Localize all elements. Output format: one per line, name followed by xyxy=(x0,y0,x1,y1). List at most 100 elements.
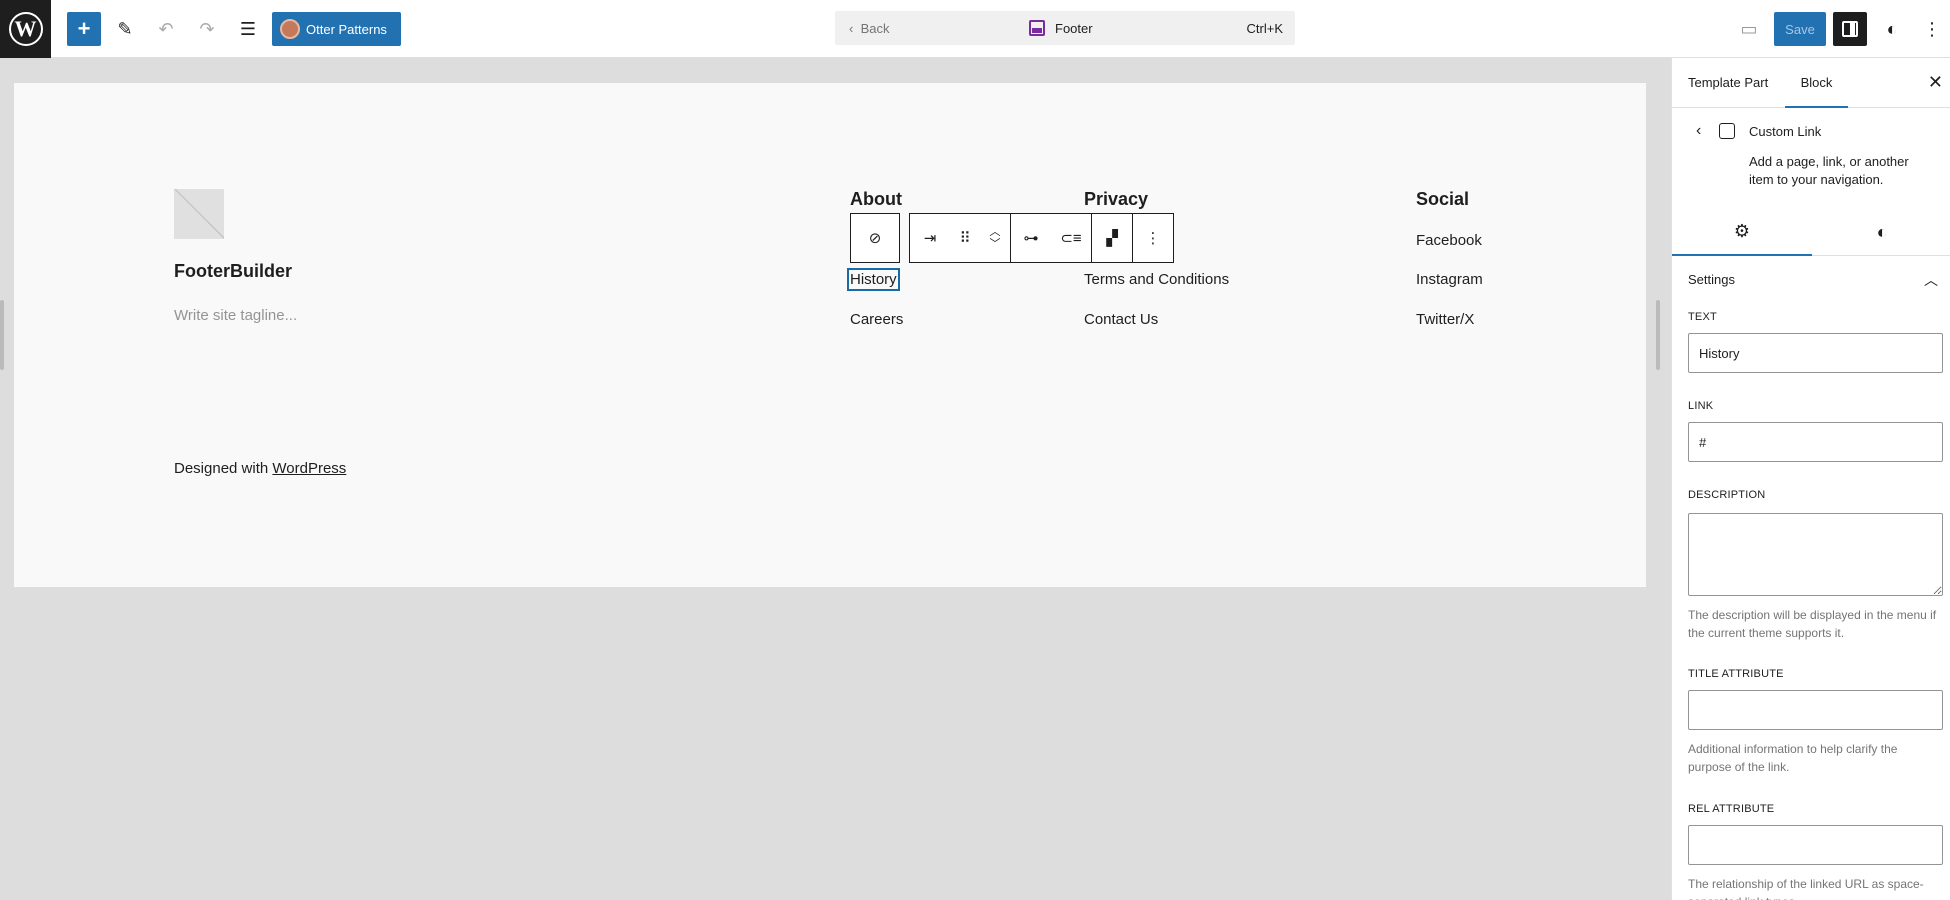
styles-button[interactable]: ◐ xyxy=(1875,12,1909,46)
tools-button[interactable]: ✎ xyxy=(108,12,142,46)
tab-settings[interactable]: ⚙ xyxy=(1672,208,1812,256)
wordpress-icon: W xyxy=(8,12,43,46)
view-button[interactable]: ▭ xyxy=(1732,12,1766,46)
inspector-tabs: ⚙ ◐ xyxy=(1672,208,1950,256)
settings-toggle-button[interactable] xyxy=(1833,12,1867,46)
toolbar-link-group: ⊶ ⊂≡ xyxy=(1011,213,1092,263)
command-shortcut: Ctrl+K xyxy=(1246,20,1283,36)
toolbar-block-group: ⇥ ⠿ ︿ ﹀ xyxy=(909,213,1011,263)
site-logo-placeholder[interactable] xyxy=(174,189,224,239)
editor-header: W + ✎ ↶ ↷ ☰ Otter Patterns ‹ Back Footer… xyxy=(0,0,1950,58)
select-parent-button[interactable]: ⊘ xyxy=(851,214,899,262)
rel-attribute-help: The relationship of the linked URL as sp… xyxy=(1688,877,1924,900)
more-vertical-icon: ⋮ xyxy=(1145,230,1161,247)
chevron-up-icon: ︿ xyxy=(1924,272,1938,288)
otter-blocks-icon: ▞ xyxy=(1106,230,1118,247)
editor-canvas[interactable]: FooterBuilder Write site tagline... Desi… xyxy=(14,83,1646,587)
submenu-icon: ⊂≡ xyxy=(1060,230,1082,247)
sidebar-icon xyxy=(1842,21,1858,37)
gear-icon: ⚙ xyxy=(1733,220,1751,241)
resize-handle-left[interactable] xyxy=(0,300,4,370)
column-heading-social[interactable]: Social xyxy=(1416,189,1469,210)
back-to-parent-button[interactable]: ‹ xyxy=(1696,122,1701,140)
title-attribute-field[interactable] xyxy=(1688,690,1943,730)
nav-link-facebook[interactable]: Facebook xyxy=(1416,232,1482,249)
block-inserter-button[interactable]: + xyxy=(67,12,101,46)
otter-patterns-button[interactable]: Otter Patterns xyxy=(272,12,401,46)
column-heading-about[interactable]: About xyxy=(850,189,902,210)
site-tagline-placeholder[interactable]: Write site tagline... xyxy=(174,307,297,324)
redo-icon: ↷ xyxy=(199,18,215,39)
settings-panel-header[interactable]: Settings ︿ xyxy=(1688,272,1938,288)
add-submenu-button[interactable]: ⊂≡ xyxy=(1051,214,1091,262)
half-circle-icon: ◐ xyxy=(1876,221,1888,242)
title-attribute-label: TITLE ATTRIBUTE xyxy=(1688,668,1784,680)
undo-button[interactable]: ↶ xyxy=(149,12,183,46)
link-field-label: LINK xyxy=(1688,400,1714,412)
plus-icon: + xyxy=(77,16,91,41)
half-circle-icon: ◐ xyxy=(1886,18,1898,39)
chevron-left-icon: ‹ xyxy=(1696,122,1702,139)
list-view-icon: ☰ xyxy=(239,18,257,39)
toolbar-parent-group: ⊘ xyxy=(850,213,900,263)
close-sidebar-button[interactable]: ✕ xyxy=(1928,72,1943,93)
options-button[interactable]: ⋮ xyxy=(1915,12,1949,46)
custom-link-block-button[interactable]: ⇥ xyxy=(910,214,950,262)
otter-patterns-label: Otter Patterns xyxy=(306,21,387,37)
chevron-left-icon: ‹ xyxy=(849,20,854,36)
footer-credit[interactable]: Designed with WordPress xyxy=(174,460,346,477)
description-field-label: DESCRIPTION xyxy=(1688,489,1766,501)
nav-link-terms[interactable]: Terms and Conditions xyxy=(1084,271,1229,288)
description-help: The description will be displayed in the… xyxy=(1688,608,1937,640)
template-part-icon xyxy=(1029,20,1045,36)
site-title[interactable]: FooterBuilder xyxy=(174,261,292,282)
drag-icon: ⠿ xyxy=(959,230,971,247)
save-button[interactable]: Save xyxy=(1774,12,1826,46)
link-icon: ⊶ xyxy=(1023,230,1039,247)
sidebar-tabs: Template Part Block ✕ xyxy=(1672,58,1950,108)
otter-features-button[interactable]: ▞ xyxy=(1092,214,1132,262)
resize-handle-right[interactable] xyxy=(1656,300,1660,370)
title-attribute-help: Additional information to help clarify t… xyxy=(1688,742,1898,774)
command-palette-bar[interactable]: ‹ Back Footer Ctrl+K xyxy=(835,11,1295,45)
back-link[interactable]: ‹ Back xyxy=(849,21,889,36)
redo-button[interactable]: ↷ xyxy=(190,12,224,46)
chevron-up-icon: ︿ xyxy=(989,226,1001,238)
wordpress-link[interactable]: WordPress xyxy=(272,460,346,477)
text-field-label: TEXT xyxy=(1688,311,1717,323)
pencil-icon: ✎ xyxy=(117,18,133,39)
text-field[interactable] xyxy=(1688,333,1943,373)
nav-link-twitter[interactable]: Twitter/X xyxy=(1416,311,1474,328)
tab-styles[interactable]: ◐ xyxy=(1812,208,1950,256)
custom-link-icon xyxy=(1719,123,1735,139)
custom-link-icon: ⇥ xyxy=(923,230,937,247)
nav-link-instagram[interactable]: Instagram xyxy=(1416,271,1483,288)
nav-link-careers[interactable]: Careers xyxy=(850,311,903,328)
nav-link-history[interactable]: History xyxy=(847,268,900,291)
otter-avatar-icon xyxy=(280,19,300,39)
block-toolbar: ⊘ ⇥ ⠿ ︿ ﹀ ⊶ ⊂≡ ▞ ⋮ xyxy=(850,213,1174,263)
rel-attribute-field[interactable] xyxy=(1688,825,1943,865)
more-vertical-icon: ⋮ xyxy=(1923,18,1941,39)
drag-handle[interactable]: ⠿ xyxy=(950,214,980,262)
wordpress-logo-button[interactable]: W xyxy=(0,0,51,58)
document-overview-button[interactable]: ☰ xyxy=(231,12,265,46)
tab-block[interactable]: Block xyxy=(1785,58,1848,108)
settings-sidebar: Template Part Block ✕ ‹ Custom Link Add … xyxy=(1671,58,1950,900)
move-buttons[interactable]: ︿ ﹀ xyxy=(980,214,1010,262)
desktop-icon: ▭ xyxy=(1740,18,1758,39)
toolbar-plugin-group: ▞ xyxy=(1092,213,1133,263)
tab-template-part[interactable]: Template Part xyxy=(1688,58,1768,108)
toolbar-options-group: ⋮ xyxy=(1133,213,1174,263)
link-button[interactable]: ⊶ xyxy=(1011,214,1051,262)
nav-link-contact[interactable]: Contact Us xyxy=(1084,311,1158,328)
document-title[interactable]: Footer xyxy=(1029,20,1093,36)
column-heading-privacy[interactable]: Privacy xyxy=(1084,189,1148,210)
link-field[interactable] xyxy=(1688,422,1943,462)
close-icon: ✕ xyxy=(1927,72,1943,92)
description-field[interactable] xyxy=(1688,513,1943,596)
block-card-title: Custom Link xyxy=(1749,124,1822,139)
rel-attribute-label: REL ATTRIBUTE xyxy=(1688,803,1775,815)
block-options-button[interactable]: ⋮ xyxy=(1133,214,1173,262)
chevron-down-icon: ﹀ xyxy=(989,238,1001,250)
